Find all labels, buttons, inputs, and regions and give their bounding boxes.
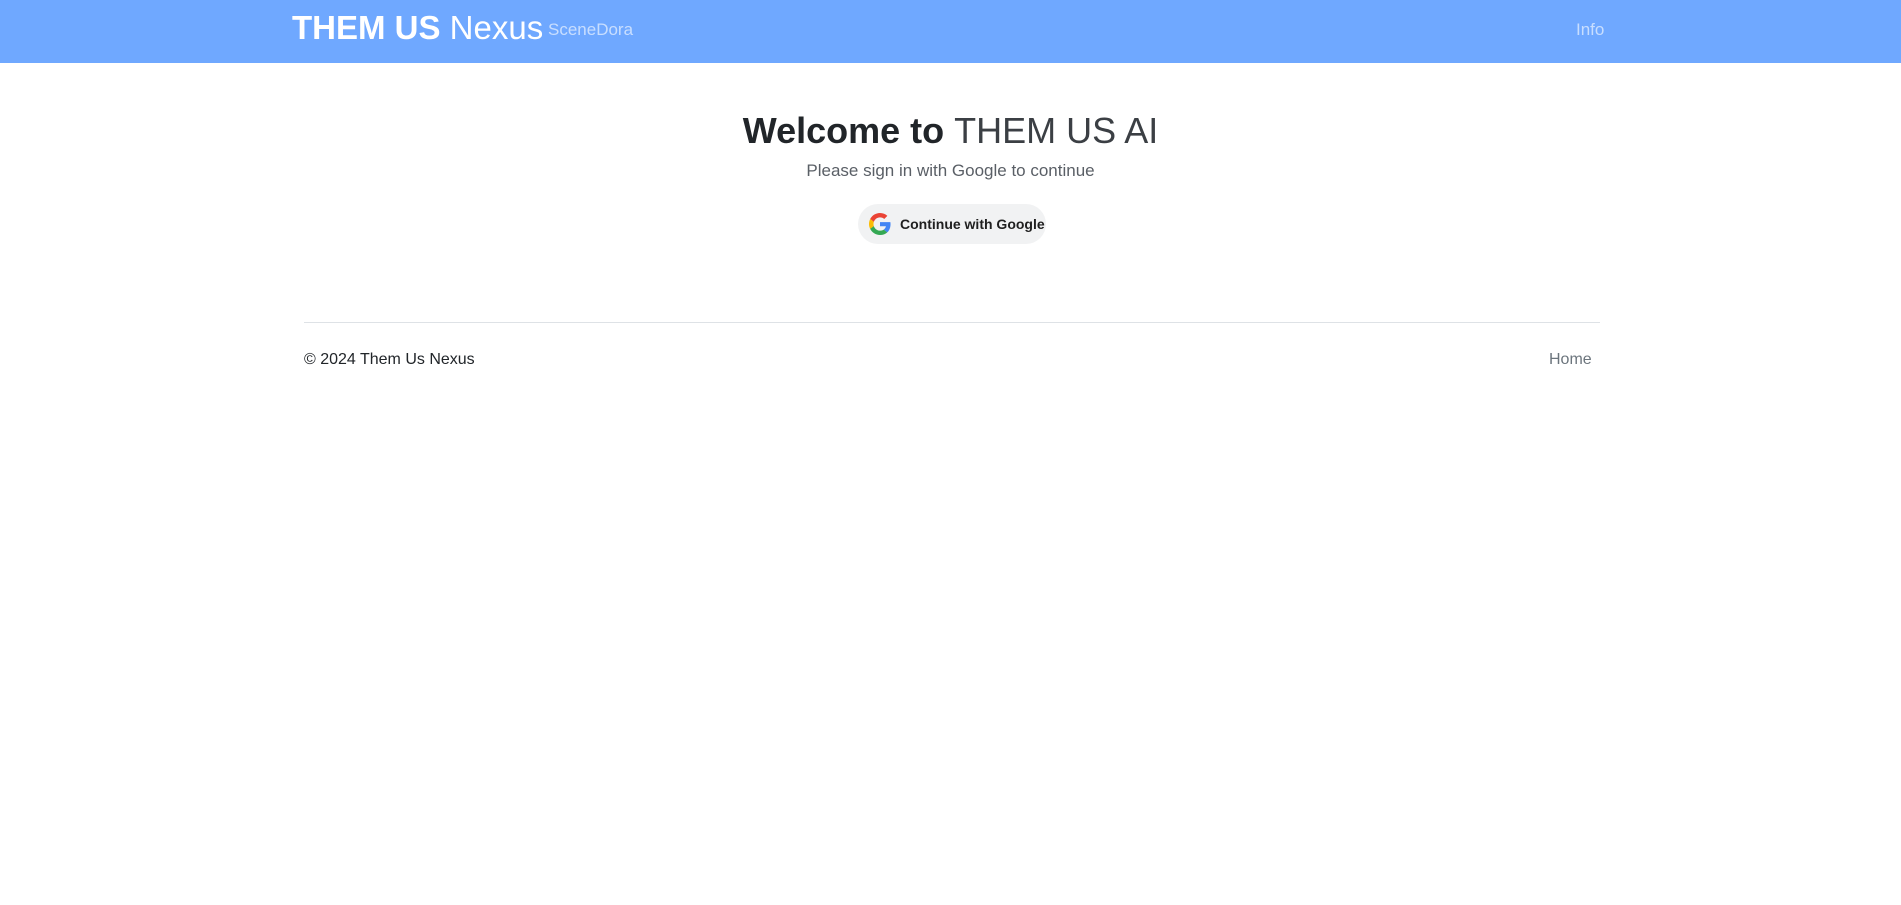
nav-link-info[interactable]: Info <box>1576 19 1604 41</box>
welcome-section: Welcome to THEM US AI Please sign in wit… <box>0 108 1901 182</box>
footer-divider <box>304 322 1600 323</box>
continue-with-google-label: Continue with Google <box>900 216 1045 232</box>
footer-copyright: © 2024 Them Us Nexus <box>304 351 475 368</box>
continue-with-google-button[interactable]: Continue with Google <box>858 204 1046 244</box>
top-navbar: THEM US Nexus SceneDora Info <box>0 0 1901 63</box>
page-title-light: THEM US AI <box>954 110 1159 151</box>
brand-name-bold: THEM US <box>292 9 441 46</box>
nav-link-scenedora[interactable]: SceneDora <box>548 19 633 41</box>
sign-in-instructions: Please sign in with Google to continue <box>806 161 1095 180</box>
google-g-icon <box>869 213 891 235</box>
page-title: Welcome to THEM US AI <box>0 108 1901 154</box>
footer-link-home[interactable]: Home <box>1549 349 1592 371</box>
page-title-bold: Welcome to <box>742 110 945 151</box>
brand-logo-link[interactable]: THEM US Nexus <box>292 8 543 48</box>
brand-name-light: Nexus <box>449 9 544 46</box>
